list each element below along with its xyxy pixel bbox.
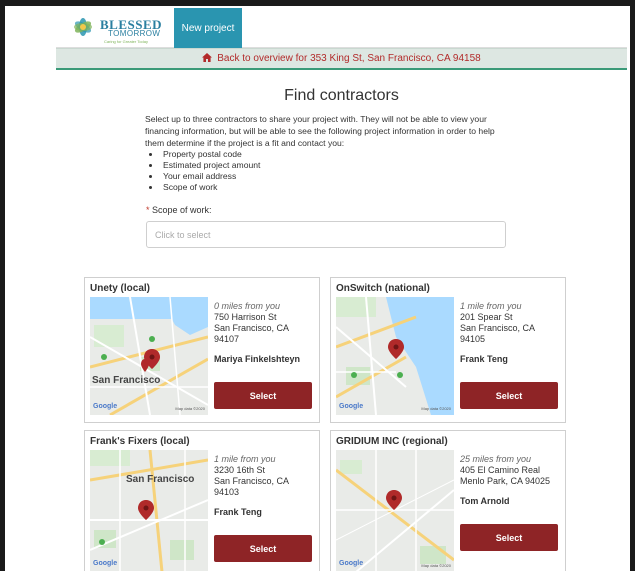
contractor-card-unety: Unety (local) San Francisco Google Map d… <box>84 277 320 423</box>
contractor-info: 1 mile from you 201 Spear St San Francis… <box>460 301 564 365</box>
contractor-contact: Frank Teng <box>460 354 508 364</box>
contractor-city: San Francisco, CA <box>214 476 290 486</box>
contractor-zip: 94103 <box>214 487 240 497</box>
contractor-map[interactable]: Google Map data ©2020 <box>336 297 454 415</box>
page: BLESSED TOMORROW Caring for Greater Toda… <box>56 8 627 571</box>
list-item: Property postal code <box>161 149 510 160</box>
contractor-info: 25 miles from you 405 El Camino Real Men… <box>460 454 564 507</box>
contractor-city: San Francisco, CA <box>214 323 290 333</box>
google-logo: Google <box>93 403 118 410</box>
contractor-contact: Frank Teng <box>214 507 262 517</box>
contractor-name: OnSwitch (national) <box>336 283 430 294</box>
map-attribution: Map data ©2020 <box>421 406 451 411</box>
map-city-label: San Francisco <box>126 474 195 485</box>
intro-text: Select up to three contractors to share … <box>145 114 495 148</box>
back-to-overview-link[interactable]: Back to overview for 353 King St, San Fr… <box>56 48 627 70</box>
scope-label-text: Scope of work: <box>152 205 212 215</box>
contractor-card-gridium: GRIDIUM INC (regional) Google Map data ©… <box>330 430 566 571</box>
contractor-zip: 94105 <box>460 334 486 344</box>
page-title: Find contractors <box>284 87 399 104</box>
logo-tagline: Caring for Greater Today <box>104 39 148 44</box>
contractor-street: 405 El Camino Real <box>460 465 541 475</box>
contractor-map[interactable]: San Francisco Google Map data ©2020 <box>90 297 208 415</box>
map-attribution: Map data ©2020 <box>175 406 205 411</box>
contractor-info: 0 miles from you 750 Harrison St San Fra… <box>214 301 318 365</box>
tab-new-project[interactable]: New project <box>174 8 242 48</box>
list-item: Estimated project amount <box>161 160 510 171</box>
contractor-contact: Tom Arnold <box>460 496 510 506</box>
required-mark: * <box>146 205 150 215</box>
google-logo: Google <box>339 560 364 567</box>
intro: Select up to three contractors to share … <box>145 113 510 193</box>
google-logo: Google <box>93 560 118 567</box>
contractor-map[interactable]: San Francisco Google <box>90 450 208 571</box>
google-logo: Google <box>339 403 364 410</box>
scope-of-work-select[interactable]: Click to select <box>146 221 506 248</box>
list-item: Scope of work <box>161 182 510 193</box>
contractor-distance: 1 mile from you <box>214 454 276 464</box>
contractor-distance: 1 mile from you <box>460 301 522 311</box>
shared-info-list: Property postal code Estimated project a… <box>161 149 510 193</box>
contractor-street: 750 Harrison St <box>214 312 277 322</box>
contractor-city: Menlo Park, CA 94025 <box>460 476 551 486</box>
contractor-card-onswitch: OnSwitch (national) Google Map data ©202… <box>330 277 566 423</box>
contractor-name: Unety (local) <box>90 283 151 294</box>
contractor-zip: 94107 <box>214 334 240 344</box>
back-link-label: Back to overview for 353 King St, San Fr… <box>217 53 481 64</box>
header: BLESSED TOMORROW Caring for Greater Toda… <box>56 8 627 48</box>
select-button[interactable]: Select <box>214 535 312 562</box>
contractor-name: Frank's Fixers (local) <box>90 436 190 447</box>
scope-label: * Scope of work: <box>146 205 212 215</box>
logo[interactable]: BLESSED TOMORROW Caring for Greater Toda… <box>68 12 168 44</box>
contractor-distance: 0 miles from you <box>214 301 281 311</box>
list-item: Your email address <box>161 171 510 182</box>
contractor-street: 201 Spear St <box>460 312 513 322</box>
contractor-street: 3230 16th St <box>214 465 266 475</box>
contractor-info: 1 mile from you 3230 16th St San Francis… <box>214 454 318 518</box>
contractor-city: San Francisco, CA <box>460 323 536 333</box>
frame-right-border <box>630 0 635 571</box>
frame-left-border <box>0 0 5 571</box>
contractor-card-franks-fixers: Frank's Fixers (local) San Francisco Goo… <box>84 430 320 571</box>
select-button[interactable]: Select <box>460 524 558 551</box>
logo-sub: TOMORROW <box>108 29 161 38</box>
contractor-map[interactable]: Google Map data ©2020 <box>336 450 454 571</box>
contractor-contact: Mariya Finkelshteyn <box>214 354 301 364</box>
home-icon <box>202 52 213 65</box>
select-button[interactable]: Select <box>214 382 312 409</box>
select-button[interactable]: Select <box>460 382 558 409</box>
map-city-label: San Francisco <box>92 375 161 386</box>
map-attribution: Map data ©2020 <box>421 563 451 568</box>
contractor-distance: 25 miles from you <box>460 454 532 464</box>
contractor-name: GRIDIUM INC (regional) <box>336 436 448 447</box>
frame-top-border <box>0 0 635 6</box>
flower-logo-icon <box>74 18 92 36</box>
